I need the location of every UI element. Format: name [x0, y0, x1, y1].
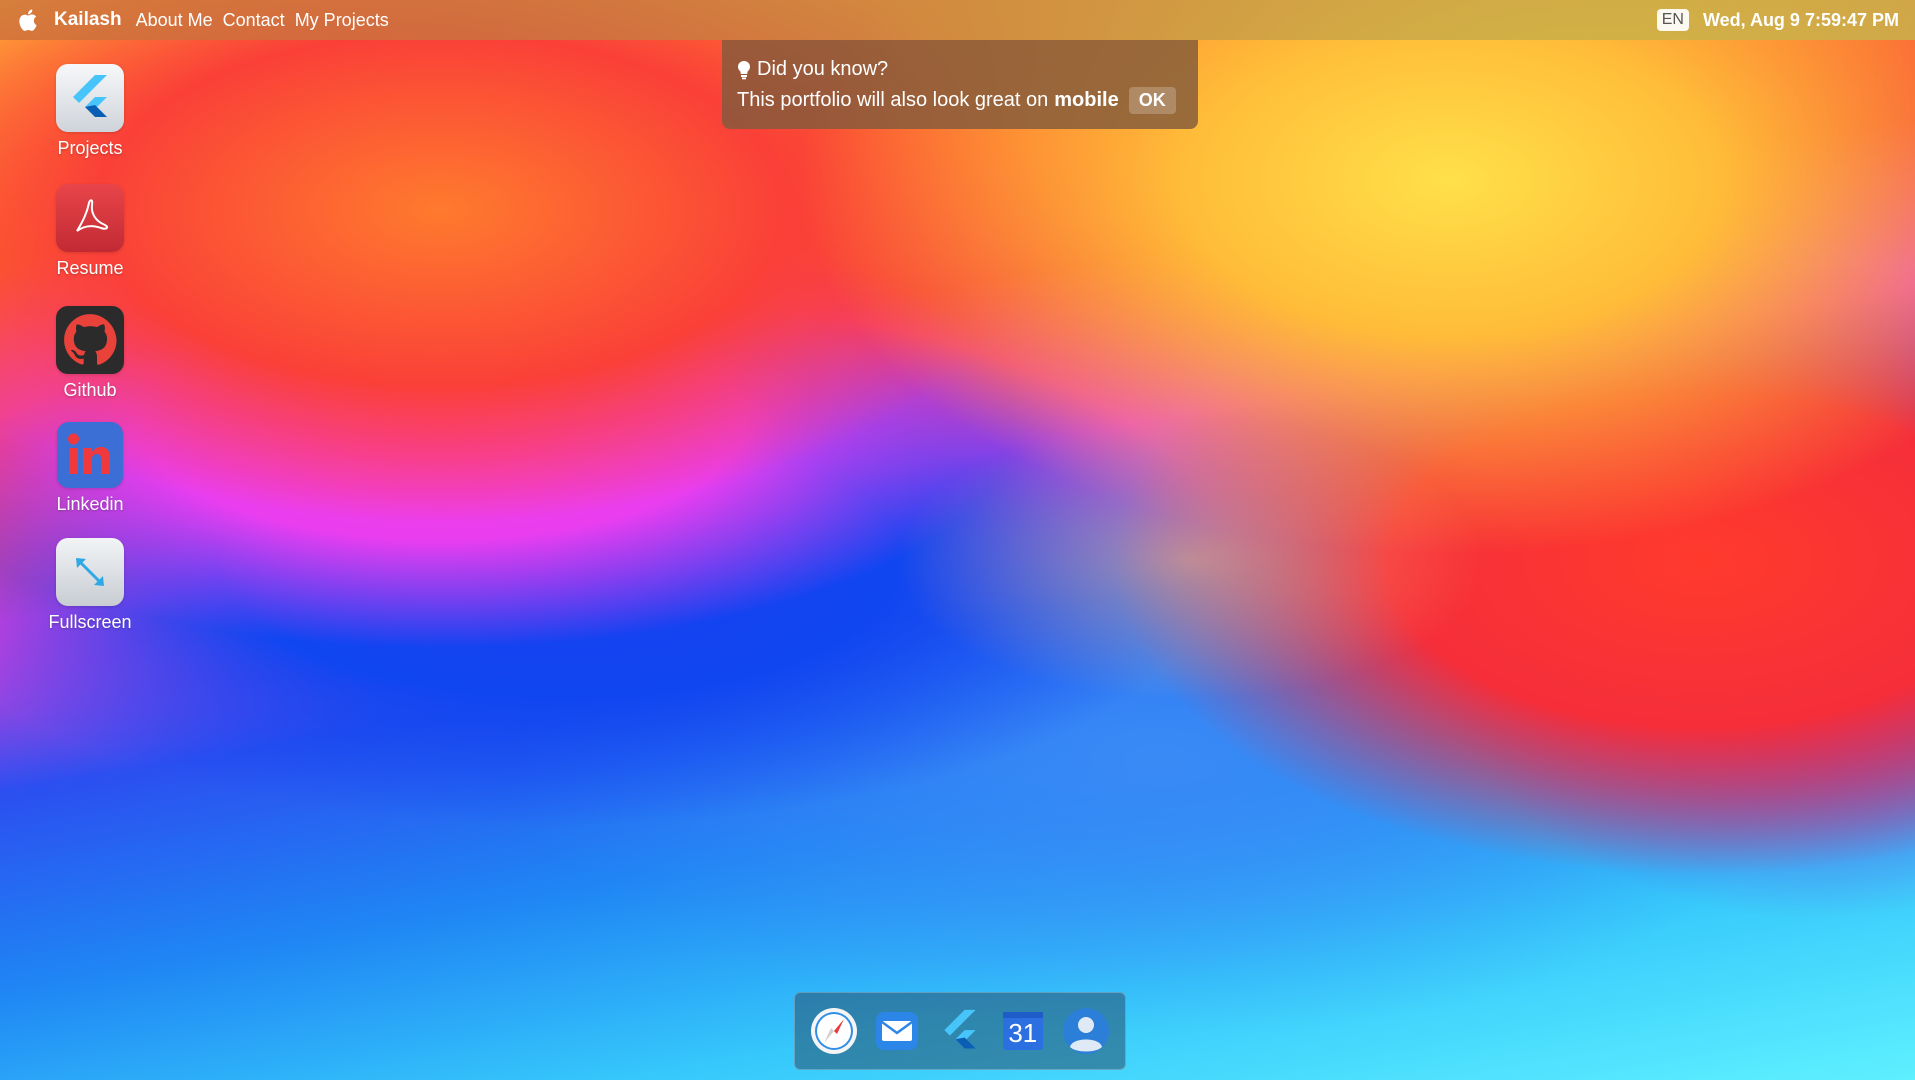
dock-item-mail[interactable]: [872, 1006, 922, 1056]
menu-contact[interactable]: Contact: [223, 10, 285, 31]
dock-item-flutter[interactable]: [935, 1006, 985, 1056]
lightbulb-icon: [737, 60, 751, 80]
apple-icon[interactable]: [16, 8, 40, 32]
flutter-icon: [56, 64, 124, 132]
contacts-icon: [1062, 1008, 1109, 1054]
dock-item-calendar[interactable]: 31: [998, 1006, 1048, 1056]
dock-item-contacts[interactable]: [1061, 1006, 1111, 1056]
menu-about-me[interactable]: About Me: [136, 10, 213, 31]
dock: 31: [794, 992, 1126, 1070]
toast-emphasis: mobile: [1054, 89, 1119, 111]
menubar-status: EN Wed, Aug 9 7:59:47 PM: [1656, 0, 1899, 40]
dock-item-safari[interactable]: [809, 1006, 859, 1056]
desktop-icon-resume[interactable]: Resume: [40, 184, 140, 279]
desktop-icon-label: Github: [63, 380, 117, 400]
desktop-icon-fullscreen[interactable]: Fullscreen: [40, 538, 140, 633]
acrobat-pdf-icon: [56, 184, 124, 252]
github-icon: [56, 306, 124, 374]
brand-name[interactable]: Kailash: [54, 9, 122, 31]
flutter-icon: [944, 1009, 976, 1049]
linkedin-icon: [57, 422, 123, 488]
desktop-icon-label: Resume: [56, 258, 124, 278]
clock: Wed, Aug 9 7:59:47 PM: [1702, 9, 1899, 30]
ok-button[interactable]: OK: [1128, 87, 1176, 114]
fullscreen-icon: [56, 538, 124, 606]
toast-body: This portfolio will also look great on m…: [737, 87, 1198, 114]
desktop-icon-label: Projects: [57, 138, 123, 158]
desktop-icon-label: Linkedin: [56, 494, 124, 514]
toast-title: Did you know?: [757, 58, 889, 80]
desktop-icon-linkedin[interactable]: Linkedin: [40, 422, 140, 515]
menu-bar: Kailash About Me Contact My Projects EN …: [0, 0, 1915, 40]
desktop-icon-label: Fullscreen: [48, 612, 132, 632]
menu-my-projects[interactable]: My Projects: [295, 10, 389, 31]
calendar-day: 31: [1008, 1017, 1038, 1048]
toast-title-row: Did you know?: [737, 58, 1198, 81]
desktop-icon-projects[interactable]: Projects: [40, 64, 140, 159]
safari-compass-icon: [811, 1008, 858, 1054]
desktop-icon-github[interactable]: Github: [40, 306, 140, 401]
mail-icon: [876, 1012, 919, 1050]
did-you-know-toast: Did you know? This portfolio will also l…: [722, 40, 1198, 129]
toast-message: This portfolio will also look great on: [737, 89, 1049, 111]
language-badge[interactable]: EN: [1656, 9, 1689, 31]
